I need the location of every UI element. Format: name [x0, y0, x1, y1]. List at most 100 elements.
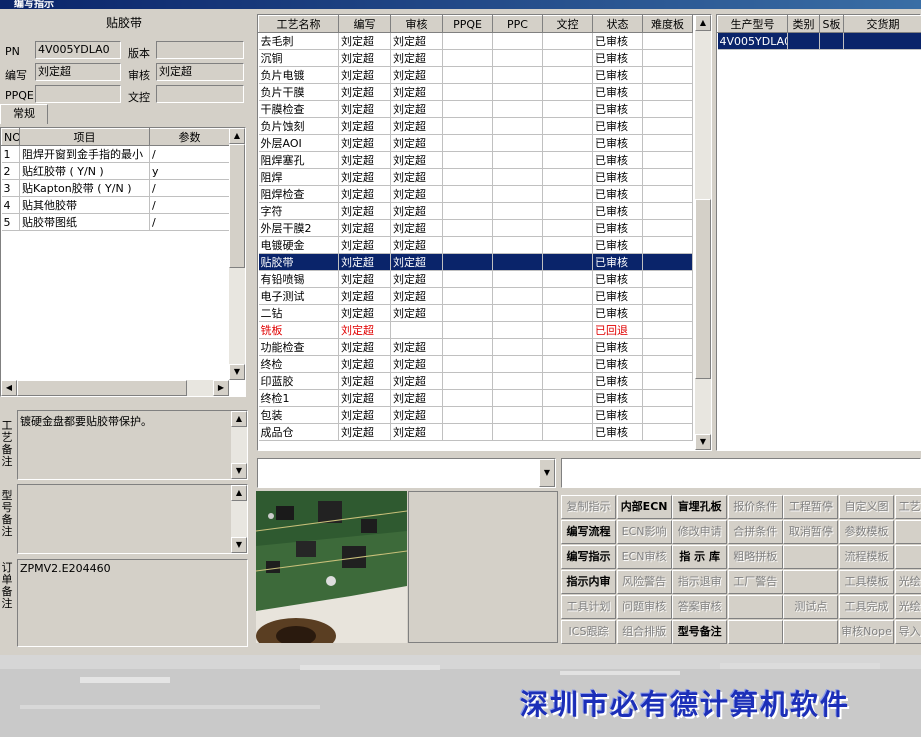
scroll-down-icon[interactable]: ▼ — [695, 434, 711, 450]
process-cell-empty[interactable] — [642, 287, 693, 305]
process-cell-empty[interactable] — [442, 32, 493, 50]
scroll-left-icon[interactable]: ◀ — [1, 380, 17, 396]
process-cell-writer[interactable]: 刘定超 — [338, 236, 391, 254]
process-cell-empty[interactable] — [642, 236, 693, 254]
process-cell-name[interactable]: 外层AOI — [258, 134, 339, 152]
action-button[interactable]: 问题审核 — [616, 595, 672, 619]
process-cell-empty[interactable] — [642, 219, 693, 237]
process-cell-empty[interactable] — [542, 304, 593, 322]
process-cell-empty[interactable] — [492, 389, 543, 407]
action-button[interactable]: 修改申请 — [672, 520, 728, 544]
action-button[interactable]: 合拼条件 — [727, 520, 783, 544]
process-cell-status[interactable]: 已审核 — [592, 202, 643, 220]
process-row[interactable]: 电镀硬金 刘定超 刘定超 已审核 — [258, 236, 693, 254]
process-cell-empty[interactable] — [492, 49, 543, 67]
process-cell-name[interactable]: 负片电镀 — [258, 66, 339, 84]
scroll-down-icon[interactable]: ▼ — [229, 364, 245, 380]
process-cell-writer[interactable]: 刘定超 — [338, 219, 391, 237]
process-cell-status[interactable]: 已审核 — [592, 32, 643, 50]
process-cell-empty[interactable] — [642, 338, 693, 356]
reviewer-field[interactable]: 刘定超 — [156, 63, 244, 81]
process-cell-name[interactable]: 有铅喷锡 — [258, 270, 339, 288]
col-no[interactable]: NO — [1, 128, 20, 146]
action-button[interactable]: 参数模板 — [839, 520, 894, 544]
process-cell-empty[interactable] — [492, 32, 543, 50]
process-cell-empty[interactable] — [492, 83, 543, 101]
process-cell-empty[interactable] — [492, 338, 543, 356]
process-cell-empty[interactable] — [542, 236, 593, 254]
process-cell-name[interactable]: 铣板 — [258, 321, 339, 339]
model-cell-empty[interactable] — [819, 32, 844, 50]
process-cell-empty[interactable] — [542, 100, 593, 118]
process-cell-empty[interactable] — [492, 423, 543, 441]
process-cell-status[interactable]: 已审核 — [592, 219, 643, 237]
action-button[interactable]: 指示内审 — [561, 570, 616, 594]
action-button[interactable]: 流程模板 — [839, 545, 894, 569]
process-cell-writer[interactable]: 刘定超 — [338, 100, 391, 118]
process-cell-empty[interactable] — [542, 338, 593, 356]
process-cell-empty[interactable] — [442, 185, 493, 203]
process-cell-name[interactable]: 终检1 — [258, 389, 339, 407]
process-cell-empty[interactable] — [492, 185, 543, 203]
action-button[interactable]: 工艺 — [894, 495, 921, 519]
process-cell-reviewer[interactable]: 刘定超 — [390, 117, 443, 135]
process-cell-writer[interactable]: 刘定超 — [338, 372, 391, 390]
action-button[interactable]: 编写指示 — [561, 545, 616, 569]
process-cell-empty[interactable] — [542, 372, 593, 390]
process-cell-empty[interactable] — [442, 117, 493, 135]
action-button[interactable]: 指示退审 — [672, 570, 728, 594]
action-button[interactable]: ECN影响 — [616, 520, 672, 544]
process-cell-writer[interactable]: 刘定超 — [338, 151, 391, 169]
process-cell-writer[interactable]: 刘定超 — [338, 270, 391, 288]
process-cell-reviewer[interactable]: 刘定超 — [390, 66, 443, 84]
process-cell-writer[interactable]: 刘定超 — [338, 49, 391, 67]
search-input[interactable] — [561, 458, 921, 488]
process-cell-empty[interactable] — [442, 389, 493, 407]
process-cell-reviewer[interactable]: 刘定超 — [390, 270, 443, 288]
doc-control-field[interactable] — [156, 85, 244, 103]
process-cell-writer[interactable]: 刘定超 — [338, 168, 391, 186]
process-row[interactable]: 负片干膜 刘定超 刘定超 已审核 — [258, 83, 693, 101]
process-row[interactable]: 二钻 刘定超 刘定超 已审核 — [258, 304, 693, 322]
process-cell-reviewer[interactable]: 刘定超 — [390, 49, 443, 67]
process-row[interactable]: 负片蚀刻 刘定超 刘定超 已审核 — [258, 117, 693, 135]
action-button[interactable]: ECN审核 — [616, 545, 672, 569]
process-cell-empty[interactable] — [492, 270, 543, 288]
process-cell-empty[interactable] — [492, 134, 543, 152]
process-cell-empty[interactable] — [542, 423, 593, 441]
process-cell-empty[interactable] — [492, 168, 543, 186]
model-cell-model[interactable]: 4V005YDLA0 — [717, 32, 788, 50]
process-cell-writer[interactable]: 刘定超 — [338, 338, 391, 356]
process-cell-empty[interactable] — [542, 321, 593, 339]
param-cell-item[interactable]: 贴红胶带 ( Y/N ) — [19, 162, 150, 180]
action-button[interactable]: 指 示 库 — [672, 545, 728, 569]
process-cell-reviewer[interactable]: 刘定超 — [390, 253, 443, 271]
process-cell-empty[interactable] — [442, 202, 493, 220]
action-button[interactable]: 复制指示 — [561, 495, 616, 519]
process-row[interactable]: 阻焊检查 刘定超 刘定超 已审核 — [258, 185, 693, 203]
process-cell-empty[interactable] — [542, 406, 593, 424]
process-cell-empty[interactable] — [492, 287, 543, 305]
process-cell-status[interactable]: 已审核 — [592, 304, 643, 322]
process-cell-empty[interactable] — [442, 151, 493, 169]
version-field[interactable] — [156, 41, 244, 59]
process-row[interactable]: 干膜检查 刘定超 刘定超 已审核 — [258, 100, 693, 118]
param-row[interactable]: 1 阻焊开窗到金手指的最小 / — [1, 145, 230, 163]
process-cell-name[interactable]: 外层干膜2 — [258, 219, 339, 237]
process-cell-empty[interactable] — [642, 83, 693, 101]
model-col-header[interactable]: 交货期 — [843, 15, 921, 33]
process-col-header[interactable]: 审核 — [390, 15, 443, 33]
process-cell-empty[interactable] — [442, 304, 493, 322]
process-cell-reviewer[interactable]: 刘定超 — [390, 406, 443, 424]
process-cell-name[interactable]: 阻焊检查 — [258, 185, 339, 203]
process-row[interactable]: 外层干膜2 刘定超 刘定超 已审核 — [258, 219, 693, 237]
process-cell-reviewer[interactable]: 刘定超 — [390, 355, 443, 373]
process-cell-empty[interactable] — [642, 304, 693, 322]
process-cell-empty[interactable] — [442, 338, 493, 356]
action-button[interactable]: 工具完成 — [839, 595, 894, 619]
process-cell-empty[interactable] — [542, 66, 593, 84]
scroll-thumb[interactable] — [695, 199, 711, 379]
process-cell-name[interactable]: 字符 — [258, 202, 339, 220]
process-cell-status[interactable]: 已审核 — [592, 338, 643, 356]
scroll-up-icon[interactable]: ▲ — [229, 128, 245, 144]
